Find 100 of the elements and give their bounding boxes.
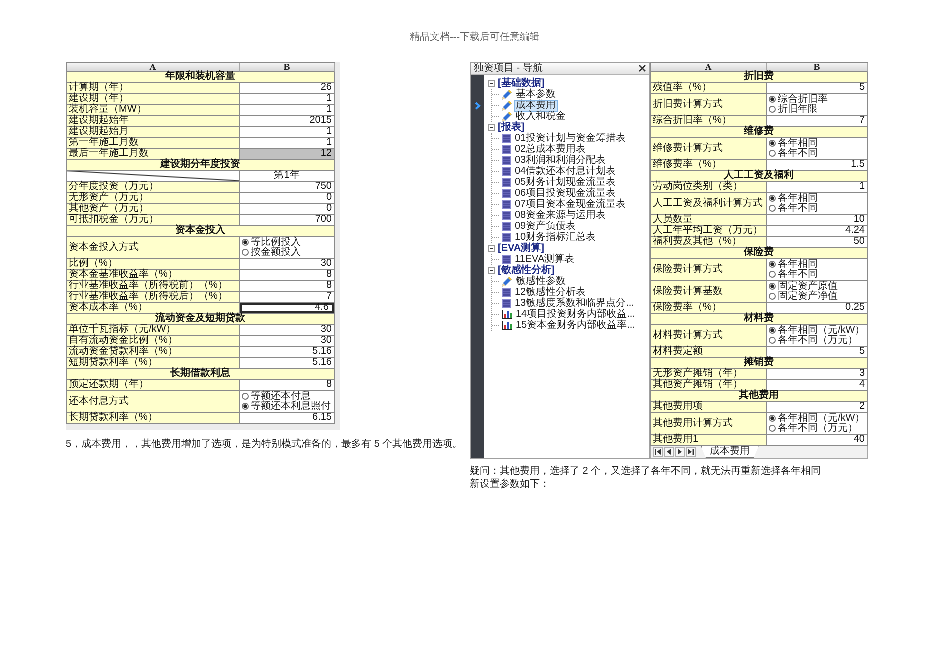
- tree-item[interactable]: 敏感性参数: [515, 276, 567, 286]
- value-cell[interactable]: 4: [767, 380, 868, 391]
- value-cell[interactable]: 5.16: [240, 347, 335, 358]
- tree-item[interactable]: 11EVA测算表: [514, 254, 576, 264]
- radio-icon[interactable]: [769, 195, 776, 202]
- collapse-icon[interactable]: [488, 124, 495, 131]
- radio-option[interactable]: 各年相同: [769, 194, 818, 204]
- value-cell[interactable]: 30: [240, 325, 335, 336]
- radio-option[interactable]: 各年不同（万元）: [769, 336, 858, 346]
- tree-item[interactable]: 04借款还本付息计划表: [514, 166, 618, 176]
- value-cell[interactable]: 5.16: [240, 358, 335, 369]
- radio-option[interactable]: 各年不同（万元）: [769, 424, 858, 434]
- radio-option[interactable]: 按金额投入: [242, 248, 301, 258]
- tree-group-item[interactable]: [报表]: [498, 122, 525, 132]
- value-cell[interactable]: 50: [767, 237, 868, 248]
- last-sheet-button[interactable]: [686, 447, 696, 457]
- radio-option[interactable]: 折旧年限: [769, 104, 818, 114]
- close-icon[interactable]: [639, 65, 646, 72]
- tree-group-item[interactable]: [敏感性分析]: [498, 266, 555, 276]
- tree-item[interactable]: 03利润和利润分配表: [514, 156, 608, 166]
- value-cell[interactable]: 5: [767, 347, 868, 358]
- value-cell[interactable]: 7: [767, 116, 868, 127]
- value-cell[interactable]: 0: [240, 204, 335, 215]
- value-cell[interactable]: 5: [767, 83, 868, 94]
- tree-item[interactable]: 收入和税金: [515, 112, 567, 122]
- radio-option[interactable]: 等额还本付息: [242, 392, 311, 402]
- value-cell[interactable]: 750: [240, 182, 335, 193]
- radio-icon[interactable]: [769, 293, 776, 300]
- tree-item[interactable]: 12敏感性分析表: [514, 288, 588, 298]
- radio-option[interactable]: 各年相同（元/kW）: [769, 326, 866, 336]
- column-header[interactable]: B: [767, 63, 868, 72]
- radio-icon[interactable]: [769, 106, 776, 113]
- radio-option[interactable]: 各年相同: [769, 260, 818, 270]
- value-cell[interactable]: 1: [240, 138, 335, 149]
- collapse-icon[interactable]: [488, 267, 495, 274]
- value-cell[interactable]: 8: [240, 281, 335, 292]
- radio-icon[interactable]: [769, 140, 776, 147]
- tree-item[interactable]: 02总成本费用表: [514, 144, 588, 154]
- tree-item[interactable]: 08资金来源与运用表: [514, 210, 608, 220]
- first-sheet-button[interactable]: [653, 447, 663, 457]
- value-cell[interactable]: 40: [767, 435, 868, 446]
- sheet-tab[interactable]: 成本费用: [701, 446, 759, 458]
- tree-item[interactable]: 06项目投资现金流量表: [514, 188, 618, 198]
- radio-option[interactable]: 等比例投入: [242, 238, 301, 248]
- radio-icon[interactable]: [769, 205, 776, 212]
- tree-item[interactable]: 15资本金财务内部收益率...: [515, 320, 636, 330]
- value-cell[interactable]: 4.6: [240, 303, 335, 314]
- value-cell[interactable]: 0.25: [767, 303, 868, 314]
- radio-option[interactable]: 各年不同: [769, 270, 818, 280]
- value-cell[interactable]: 30: [240, 336, 335, 347]
- value-cell[interactable]: 1: [240, 127, 335, 138]
- column-header[interactable]: A: [651, 63, 767, 72]
- value-cell[interactable]: 3: [767, 369, 868, 380]
- value-cell[interactable]: 8: [240, 270, 335, 281]
- radio-icon[interactable]: [242, 403, 249, 410]
- radio-icon[interactable]: [242, 249, 249, 256]
- column-header[interactable]: B: [240, 63, 335, 72]
- radio-option[interactable]: 各年相同: [769, 138, 818, 148]
- tree-item[interactable]: 10财务指标汇总表: [514, 232, 598, 242]
- value-cell[interactable]: 6.15: [240, 413, 335, 424]
- tree-item[interactable]: 07项目资本金现金流量表: [514, 200, 628, 210]
- radio-option[interactable]: 固定资产净值: [769, 292, 838, 302]
- tree-item[interactable]: 14项目投资财务内部收益...: [515, 310, 636, 320]
- tree-item[interactable]: 01投资计划与资金筹措表: [514, 134, 628, 144]
- radio-icon[interactable]: [769, 150, 776, 157]
- radio-icon[interactable]: [769, 283, 776, 290]
- radio-option[interactable]: 综合折旧率: [769, 94, 828, 104]
- radio-icon[interactable]: [242, 393, 249, 400]
- value-cell[interactable]: 26: [240, 83, 335, 94]
- next-sheet-button[interactable]: [675, 447, 685, 457]
- value-cell[interactable]: 700: [240, 215, 335, 226]
- value-cell[interactable]: 8: [240, 380, 335, 391]
- radio-option[interactable]: 各年相同（元/kW）: [769, 414, 866, 424]
- value-cell[interactable]: 30: [240, 259, 335, 270]
- tree-group-item[interactable]: [基础数据]: [498, 78, 545, 88]
- tree-item[interactable]: 13敏感度系数和临界点分...: [514, 298, 636, 308]
- value-cell[interactable]: 2: [767, 402, 868, 413]
- radio-icon[interactable]: [769, 337, 776, 344]
- radio-icon[interactable]: [769, 96, 776, 103]
- tree-group-item[interactable]: [EVA测算]: [498, 244, 544, 254]
- value-cell[interactable]: 1: [240, 94, 335, 105]
- radio-icon[interactable]: [769, 415, 776, 422]
- tree-item[interactable]: 基本参数: [515, 90, 557, 100]
- value-cell[interactable]: 7: [240, 292, 335, 303]
- value-cell[interactable]: 10: [767, 215, 868, 226]
- column-header[interactable]: A: [67, 63, 240, 72]
- value-cell[interactable]: 1: [767, 182, 868, 193]
- value-cell[interactable]: 12: [240, 149, 335, 160]
- value-cell[interactable]: 0: [240, 193, 335, 204]
- radio-option[interactable]: 等额还本利息照付: [242, 402, 331, 412]
- radio-option[interactable]: 各年不同: [769, 148, 818, 158]
- radio-icon[interactable]: [769, 261, 776, 268]
- radio-option[interactable]: 固定资产原值: [769, 282, 838, 292]
- previous-sheet-button[interactable]: [664, 447, 674, 457]
- radio-icon[interactable]: [242, 239, 249, 246]
- radio-icon[interactable]: [769, 425, 776, 432]
- tree-item[interactable]: 09资产负债表: [514, 222, 578, 232]
- value-cell[interactable]: 4.24: [767, 226, 868, 237]
- value-cell[interactable]: 2015: [240, 116, 335, 127]
- collapse-icon[interactable]: [488, 245, 495, 252]
